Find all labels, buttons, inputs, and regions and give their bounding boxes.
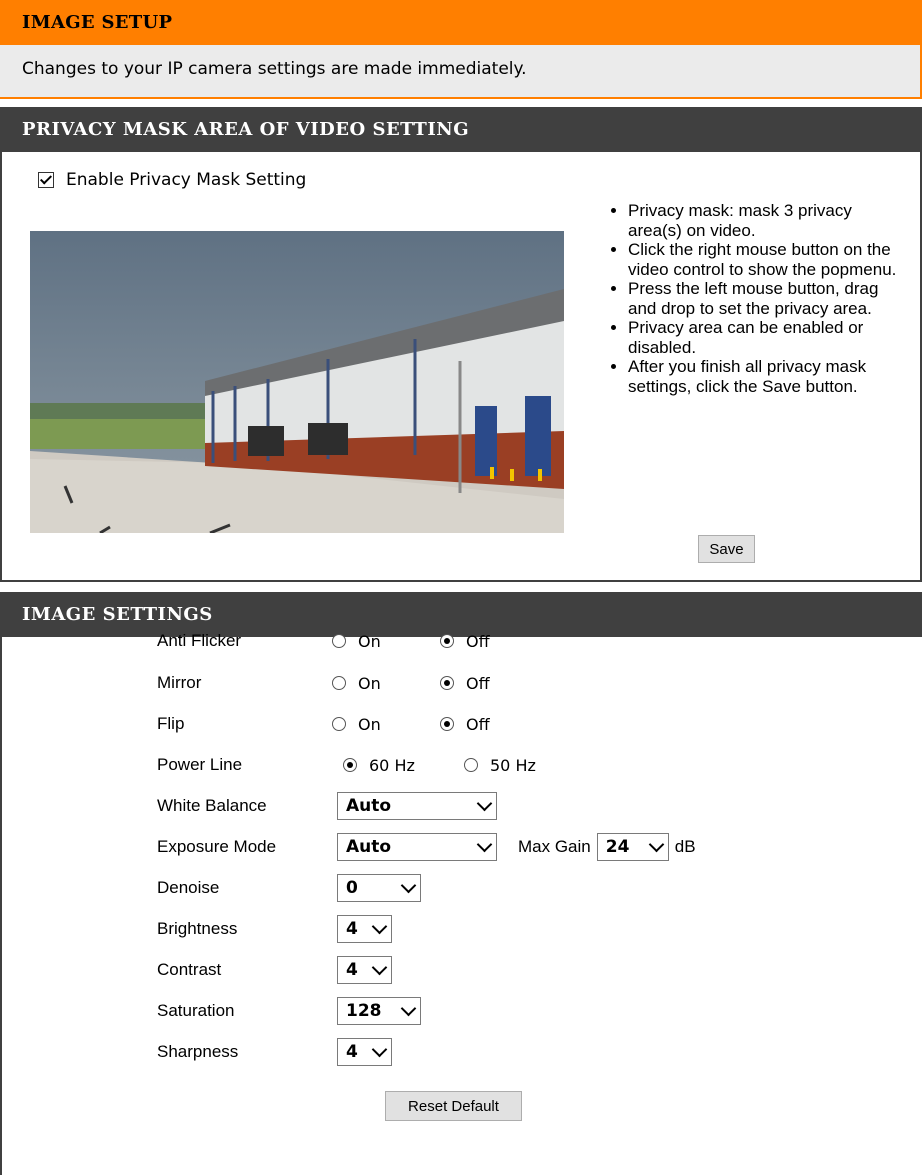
flip-off-label: Off xyxy=(466,714,490,734)
help-item: Privacy mask: mask 3 privacy area(s) on … xyxy=(628,201,902,240)
video-image[interactable] xyxy=(30,231,564,533)
notice-text: Changes to your IP camera settings are m… xyxy=(22,59,527,79)
power-line-60-radio[interactable] xyxy=(343,758,357,772)
image-setup-title: IMAGE SETUP xyxy=(22,12,173,33)
anti-flicker-off[interactable]: Off xyxy=(440,632,490,651)
anti-flicker-on[interactable]: On xyxy=(332,632,381,651)
denoise-value: 0 xyxy=(346,878,358,898)
flip-off[interactable]: Off xyxy=(440,715,490,734)
chevron-down-icon xyxy=(400,1000,417,1017)
power-line-50-label: 50 Hz xyxy=(490,755,536,775)
help-item: Privacy area can be enabled or disabled. xyxy=(628,318,902,357)
mirror-on-label: On xyxy=(358,673,381,693)
sharpness-select[interactable]: 4 xyxy=(337,1038,392,1066)
mirror-off-radio[interactable] xyxy=(440,676,454,690)
flip-on-label: On xyxy=(358,714,381,734)
enable-privacy-checkbox[interactable] xyxy=(38,172,54,188)
image-settings-title: IMAGE SETTINGS xyxy=(22,604,213,625)
max-gain-unit: dB xyxy=(674,837,696,856)
mirror-label: Mirror xyxy=(157,673,202,692)
chevron-down-icon xyxy=(400,877,417,894)
chevron-down-icon xyxy=(648,836,665,853)
mirror-off-label: Off xyxy=(466,673,490,693)
anti-flicker-on-label: On xyxy=(358,631,381,651)
exposure-mode-select[interactable]: Auto xyxy=(337,833,497,861)
save-button[interactable]: Save xyxy=(698,535,755,563)
chevron-down-icon xyxy=(371,918,388,935)
help-item: Press the left mouse button, drag and dr… xyxy=(628,279,902,318)
denoise-select[interactable]: 0 xyxy=(337,874,421,902)
video-preview[interactable] xyxy=(30,231,564,533)
saturation-value: 128 xyxy=(346,1001,382,1021)
saturation-select[interactable]: 128 xyxy=(337,997,421,1025)
help-item: Click the right mouse button on the vide… xyxy=(628,240,902,279)
reset-default-button[interactable]: Reset Default xyxy=(385,1091,522,1121)
max-gain-label: Max Gain xyxy=(518,837,591,856)
saturation-label: Saturation xyxy=(157,1001,235,1020)
flip-on[interactable]: On xyxy=(332,715,381,734)
enable-privacy-row[interactable]: Enable Privacy Mask Setting xyxy=(38,170,306,190)
power-line-50[interactable]: 50 Hz xyxy=(464,756,536,775)
flip-label: Flip xyxy=(157,714,185,733)
chevron-down-icon xyxy=(371,1041,388,1058)
mirror-on-radio[interactable] xyxy=(332,676,346,690)
brightness-select[interactable]: 4 xyxy=(337,915,392,943)
mirror-on[interactable]: On xyxy=(332,674,381,693)
enable-privacy-label: Enable Privacy Mask Setting xyxy=(66,170,307,190)
chevron-down-icon xyxy=(371,959,388,976)
exposure-mode-value: Auto xyxy=(346,837,392,857)
denoise-label: Denoise xyxy=(157,878,220,897)
sharpness-value: 4 xyxy=(346,1042,358,1062)
power-line-60-label: 60 Hz xyxy=(369,755,415,775)
anti-flicker-label: Anti Flicker xyxy=(157,631,242,650)
flip-off-radio[interactable] xyxy=(440,717,454,731)
chevron-down-icon xyxy=(476,836,493,853)
contrast-select[interactable]: 4 xyxy=(337,956,392,984)
sharpness-label: Sharpness xyxy=(157,1042,239,1061)
contrast-label: Contrast xyxy=(157,960,222,979)
image-settings-header: IMAGE SETTINGS xyxy=(0,592,922,637)
flip-on-radio[interactable] xyxy=(332,717,346,731)
mirror-off[interactable]: Off xyxy=(440,674,490,693)
white-balance-label: White Balance xyxy=(157,796,267,815)
anti-flicker-off-label: Off xyxy=(466,631,490,651)
brightness-label: Brightness xyxy=(157,919,238,938)
power-line-60[interactable]: 60 Hz xyxy=(343,756,415,775)
anti-flicker-off-radio[interactable] xyxy=(440,634,454,648)
contrast-value: 4 xyxy=(346,960,358,980)
exposure-mode-label: Exposure Mode xyxy=(157,837,277,856)
anti-flicker-on-radio[interactable] xyxy=(332,634,346,648)
max-gain-value: 24 xyxy=(605,837,630,857)
notice-box: Changes to your IP camera settings are m… xyxy=(0,45,922,99)
image-setup-header: IMAGE SETUP xyxy=(0,0,922,45)
white-balance-select[interactable]: Auto xyxy=(337,792,497,820)
power-line-50-radio[interactable] xyxy=(464,758,478,772)
power-line-label: Power Line xyxy=(157,755,243,774)
white-balance-value: Auto xyxy=(346,796,392,816)
brightness-value: 4 xyxy=(346,919,358,939)
privacy-mask-title: PRIVACY MASK AREA OF VIDEO SETTING xyxy=(22,119,470,140)
help-item: After you finish all privacy mask settin… xyxy=(628,357,902,396)
privacy-help: Privacy mask: mask 3 privacy area(s) on … xyxy=(602,201,902,396)
chevron-down-icon xyxy=(476,795,493,812)
max-gain-select[interactable]: 24 xyxy=(596,833,669,861)
privacy-mask-header: PRIVACY MASK AREA OF VIDEO SETTING xyxy=(0,107,922,152)
